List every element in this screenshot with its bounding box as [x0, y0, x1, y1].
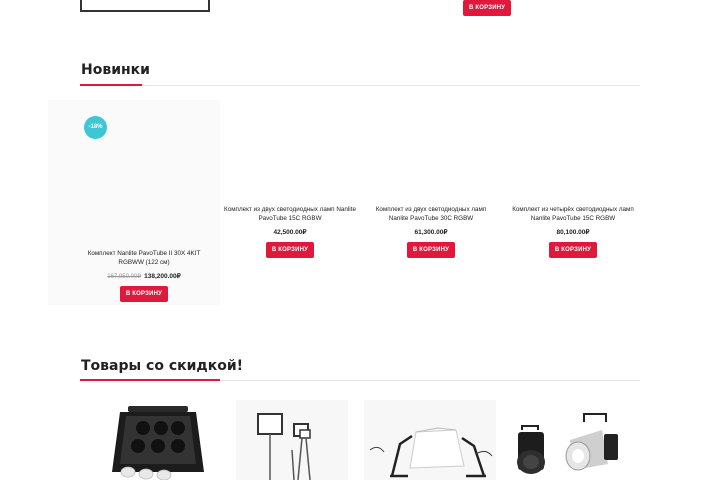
product-name[interactable]: Комплект из двух светодиодных ламп Nanli… — [224, 205, 356, 223]
add-to-cart-button[interactable]: В КОРЗИНУ — [406, 242, 456, 258]
page: В КОРЗИНУ Новинки -18% Комплект Nanlite … — [0, 0, 720, 480]
add-to-cart-button[interactable]: В КОРЗИНУ — [548, 242, 598, 258]
product-price-row: 167,950.00₽ 138,200.00₽ — [82, 272, 206, 280]
add-to-cart-button[interactable]: В КОРЗИНУ — [265, 242, 315, 258]
top-add-to-cart-button[interactable]: В КОРЗИНУ — [463, 0, 512, 16]
product-card-1[interactable]: Комплект Nanlite PavoTube II 30X 4KIT RG… — [82, 249, 206, 302]
product-price: 42,500.00₽ — [273, 229, 307, 236]
new-section-divider — [80, 85, 640, 86]
photo-tent-image[interactable] — [364, 400, 496, 480]
add-to-cart-button[interactable]: В КОРЗИНУ — [119, 286, 169, 302]
equipment-case-image[interactable] — [98, 400, 218, 480]
led-panel-stands-image[interactable] — [236, 400, 348, 480]
product-name[interactable]: Комплект Nanlite PavoTube II 30X 4KIT RG… — [82, 249, 206, 267]
product-name[interactable]: Комплект из двух светодиодных ламп Nanli… — [366, 205, 496, 223]
product-price: 80,100.00₽ — [556, 229, 590, 236]
product-card-4[interactable]: Комплект из четырёх светодиодных ламп Na… — [504, 205, 642, 258]
new-section-title: Новинки — [81, 62, 150, 78]
top-outline-button[interactable] — [80, 0, 210, 12]
product-name[interactable]: Комплект из четырёх светодиодных ламп Na… — [504, 205, 642, 223]
discount-section-accent — [80, 379, 220, 381]
discount-badge: -18% — [84, 116, 107, 139]
discount-section-title: Товары со скидкой! — [81, 358, 244, 374]
product-card-3[interactable]: Комплект из двух светодиодных ламп Nanli… — [366, 205, 496, 258]
product-price: 138,200.00₽ — [144, 273, 181, 280]
product-price: 61,300.00₽ — [414, 229, 448, 236]
spotlights-image[interactable] — [504, 400, 624, 480]
old-price: 167,950.00₽ — [107, 274, 142, 280]
new-section-accent — [80, 84, 142, 86]
product-card-2[interactable]: Комплект из двух светодиодных ламп Nanli… — [224, 205, 356, 258]
